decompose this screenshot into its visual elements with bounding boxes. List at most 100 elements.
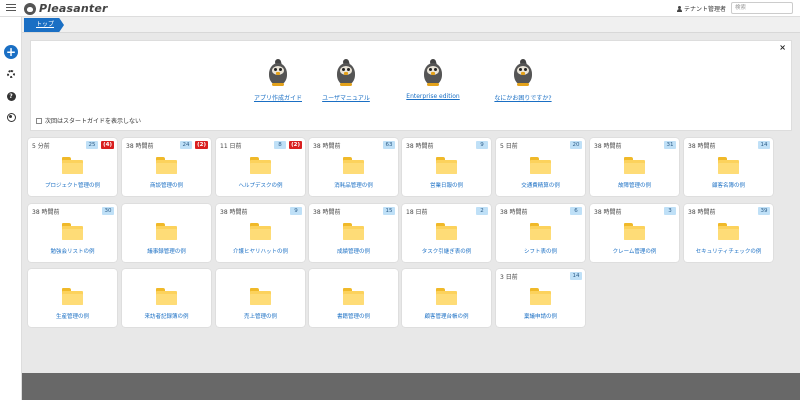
tile-count-badge: 6 <box>570 207 582 215</box>
tile-updated-time: 38 時間前 <box>500 209 528 216</box>
tile-title: セキュリティチェックの例 <box>695 249 762 255</box>
tile-count-badge: 31 <box>664 141 676 149</box>
folder-icon <box>250 288 271 305</box>
site-tile[interactable]: 売上管理の例 <box>216 269 305 327</box>
tile-count-badge: 3 <box>664 207 676 215</box>
tile-count-badge: 9 <box>290 207 302 215</box>
folder-icon <box>343 223 364 240</box>
settings-button[interactable] <box>4 67 18 81</box>
tile-title: 故障管理の例 <box>617 183 651 189</box>
site-tile[interactable]: 38 時間前 9 介護ヒヤリハットの例 <box>216 204 305 262</box>
tile-count-badge: 39 <box>758 207 770 215</box>
site-tile[interactable]: 5 分前 (4) 25 プロジェクト管理の例 <box>28 138 117 196</box>
tile-title: 成績管理の例 <box>336 249 370 255</box>
penguin-icon <box>422 58 444 86</box>
tile-updated-time: 5 分前 <box>32 143 50 150</box>
tile-title: 生産管理の例 <box>55 314 89 320</box>
site-tile[interactable]: 38 時間前 14 顧客名簿の例 <box>684 138 773 196</box>
site-tile[interactable]: 38 時間前 (2) 24 商談管理の例 <box>122 138 211 196</box>
tile-updated-time: 38 時間前 <box>313 209 341 216</box>
plus-icon: + <box>4 45 18 59</box>
tile-title: 議事録管理の例 <box>147 249 186 255</box>
site-tile[interactable]: 38 時間前 3 クレーム管理の例 <box>590 204 679 262</box>
site-tile[interactable]: 5 日前 20 交通費精算の例 <box>496 138 585 196</box>
breadcrumb-home[interactable]: トップ <box>24 18 65 32</box>
tile-count-badge: 30 <box>102 207 114 215</box>
penguin-logo-icon <box>24 2 36 15</box>
folder-icon <box>624 223 645 240</box>
footer <box>22 373 800 400</box>
tile-title: クレーム管理の例 <box>612 249 657 255</box>
folder-icon <box>436 288 457 305</box>
folder-icon <box>530 157 551 174</box>
tile-title: タスク引継ぎ表の例 <box>421 249 472 255</box>
tile-count-badge: 14 <box>570 272 582 280</box>
folder-icon <box>718 157 739 174</box>
site-tile[interactable]: 3 日前 14 稟議申請の例 <box>496 269 585 327</box>
folder-icon <box>343 288 364 305</box>
user-menu[interactable]: テナント管理者 <box>676 4 726 13</box>
site-tile[interactable]: 38 時間前 9 営業日報の例 <box>402 138 491 196</box>
tile-count-badge: 15 <box>383 207 395 215</box>
hamburger-menu-icon[interactable] <box>6 4 16 12</box>
tile-count-badge: 25 <box>86 141 98 149</box>
guide-link[interactable]: Enterprise edition <box>388 93 478 100</box>
folder-icon <box>624 157 645 174</box>
site-tile[interactable]: 来訪者記録簿の例 <box>122 269 211 327</box>
breadcrumb: トップ <box>22 17 800 33</box>
site-tile[interactable]: 顧客管理台帳の例 <box>402 269 491 327</box>
tile-title: プロジェクト管理の例 <box>44 183 100 189</box>
tile-updated-time: 38 時間前 <box>688 209 716 216</box>
folder-icon <box>718 223 739 240</box>
guide-item[interactable]: ユーザマニュアル <box>301 58 391 102</box>
folder-icon <box>156 223 177 240</box>
app-logo[interactable]: Pleasanter <box>24 1 108 16</box>
tile-title: 書籍管理の例 <box>336 314 370 320</box>
guide-link[interactable]: なにかお困りですか? <box>478 93 568 102</box>
site-tile[interactable]: 38 時間前 30 勉強会リストの例 <box>28 204 117 262</box>
folder-icon <box>156 288 177 305</box>
folder-icon <box>530 288 551 305</box>
tile-title: 顧客管理台帳の例 <box>424 314 469 320</box>
site-tile[interactable]: 38 時間前 63 消耗品管理の例 <box>309 138 398 196</box>
guide-link[interactable]: ユーザマニュアル <box>301 93 391 102</box>
folder-icon <box>436 157 457 174</box>
left-rail: + ? <box>0 17 22 400</box>
guide-item[interactable]: Enterprise edition <box>388 58 478 100</box>
close-icon[interactable]: × <box>779 43 786 52</box>
dont-show-label: 次回はスタートガイドを表示しない <box>45 118 142 125</box>
tile-updated-time: 38 時間前 <box>688 143 716 150</box>
site-tile[interactable]: 生産管理の例 <box>28 269 117 327</box>
folder-icon <box>62 157 83 174</box>
search-input[interactable] <box>731 2 793 14</box>
account-button[interactable] <box>4 110 18 124</box>
folder-icon <box>156 157 177 174</box>
dont-show-checkbox[interactable] <box>36 117 42 124</box>
folder-icon <box>62 223 83 240</box>
site-tile[interactable]: 11 日前 (2) 8 ヘルプデスクの例 <box>216 138 305 196</box>
site-tile[interactable]: 18 日前 2 タスク引継ぎ表の例 <box>402 204 491 262</box>
folder-icon <box>343 157 364 174</box>
tile-updated-time: 38 時間前 <box>406 143 434 150</box>
penguin-icon <box>335 58 357 86</box>
site-tile[interactable]: 38 時間前 6 シフト表の例 <box>496 204 585 262</box>
tile-count-badge: 24 <box>180 141 192 149</box>
add-button[interactable]: + <box>4 45 18 59</box>
folder-icon <box>62 288 83 305</box>
dont-show-checkbox-row[interactable]: 次回はスタートガイドを表示しない <box>36 116 141 125</box>
tile-alert-badge: (2) <box>289 141 302 149</box>
guide-item[interactable]: なにかお困りですか? <box>478 58 568 102</box>
tile-updated-time: 38 時間前 <box>32 209 60 216</box>
user-icon <box>676 5 682 12</box>
tile-updated-time: 38 時間前 <box>220 209 248 216</box>
site-tile[interactable]: 38 時間前 15 成績管理の例 <box>309 204 398 262</box>
site-tile[interactable]: 議事録管理の例 <box>122 204 211 262</box>
start-guide-panel: × アプリ作成ガイド ユーザマニュアル Enterprise edition なにかお… <box>30 40 792 131</box>
tile-title: 勉強会リストの例 <box>50 249 95 255</box>
site-tile[interactable]: 書籍管理の例 <box>309 269 398 327</box>
site-tile[interactable]: 38 時間前 31 故障管理の例 <box>590 138 679 196</box>
help-button[interactable]: ? <box>4 89 18 103</box>
site-tile[interactable]: 38 時間前 39 セキュリティチェックの例 <box>684 204 773 262</box>
tile-alert-badge: (2) <box>195 141 208 149</box>
question-icon: ? <box>6 91 16 101</box>
